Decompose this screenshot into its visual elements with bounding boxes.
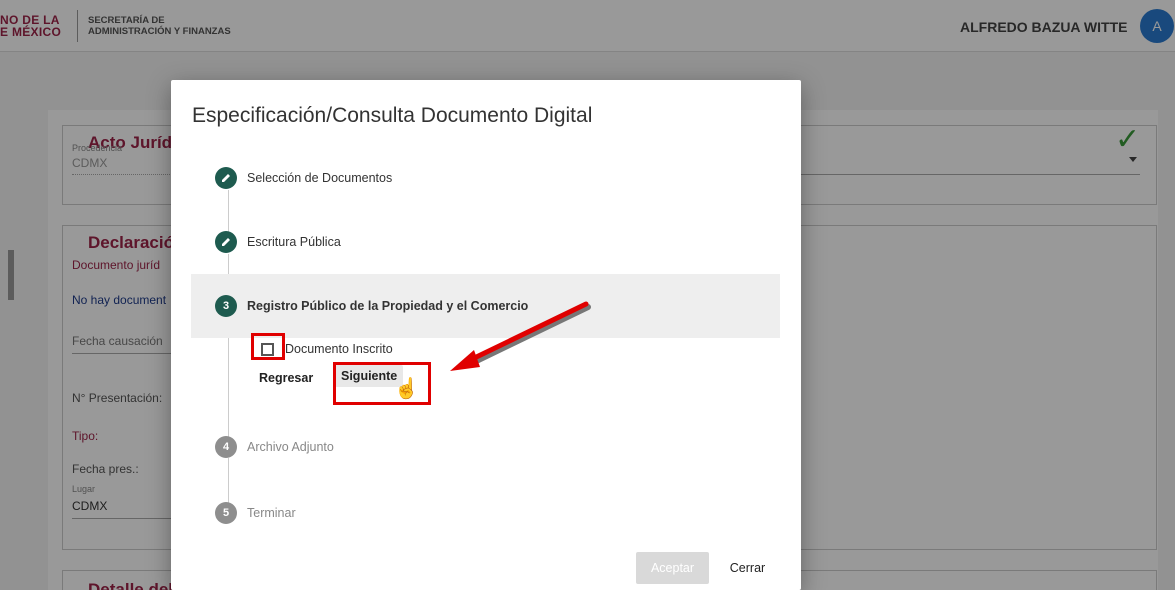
- step-2-label[interactable]: Escritura Pública: [247, 235, 341, 249]
- checkbox-highlight-box: [251, 333, 285, 360]
- cerrar-button[interactable]: Cerrar: [720, 552, 775, 584]
- aceptar-button[interactable]: Aceptar: [636, 552, 709, 584]
- step-5-number-icon: 5: [215, 502, 237, 524]
- red-arrow-icon: [450, 301, 591, 371]
- step-2-pencil-icon: [215, 231, 237, 253]
- documento-inscrito-label[interactable]: Documento Inscrito: [285, 342, 393, 356]
- step-5-label: Terminar: [247, 506, 296, 520]
- step-3-number-icon: 3: [215, 295, 237, 317]
- step-1-label[interactable]: Selección de Documentos: [247, 171, 392, 185]
- modal-title: Especificación/Consulta Documento Digita…: [192, 104, 593, 127]
- step-1-pencil-icon: [215, 167, 237, 189]
- regresar-button[interactable]: Regresar: [253, 367, 319, 389]
- step-4-number-icon: 4: [215, 436, 237, 458]
- step-4-label: Archivo Adjunto: [247, 440, 334, 454]
- hand-cursor-icon: ☝: [394, 378, 419, 400]
